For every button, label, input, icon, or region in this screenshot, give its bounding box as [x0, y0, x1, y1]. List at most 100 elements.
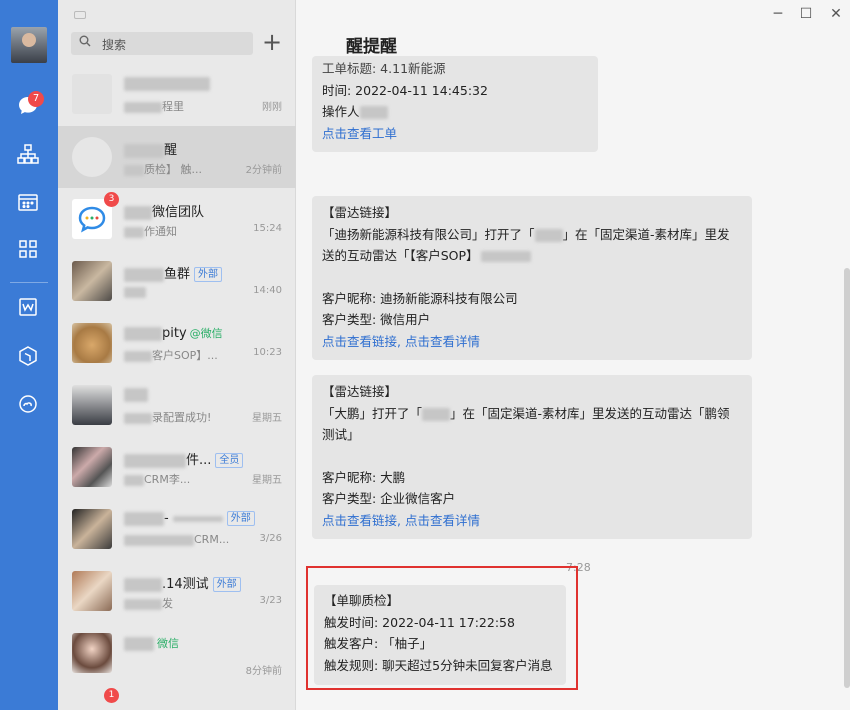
view-details-link[interactable]: 点击查看详情: [405, 513, 480, 528]
ticket-operator: 操作人: [322, 101, 588, 123]
search-icon: [79, 35, 91, 51]
ticket-time: 时间: 2022-04-11 14:45:32: [322, 82, 488, 98]
message-bubble: 工单标题: 4.11新能源 时间: 2022-04-11 14:45:32 操作…: [312, 56, 598, 152]
chat-scrollbar[interactable]: [844, 268, 850, 688]
group-avatar: [72, 571, 112, 611]
conversation-time: 10:23: [253, 347, 282, 358]
conversation-name: 醒: [124, 139, 177, 158]
external-tag: 外部: [226, 511, 255, 526]
left-rail: 7: [0, 0, 58, 710]
conversation-item[interactable]: 3 微信团队 作通知 15:24: [58, 188, 296, 250]
conversation-name: [124, 387, 148, 402]
chat-panel: ─ ☐ ✕ 醒提醒 工单标题: 4.11新能源 时间: 2022-04-11 1…: [296, 0, 850, 710]
conversation-time: 3/26: [259, 533, 282, 544]
add-button[interactable]: +: [261, 28, 283, 56]
customer-type: 客户类型: 微信用户: [322, 312, 431, 327]
conversation-preview: CRM...: [124, 533, 229, 546]
conversation-item[interactable]: 醒 质检】 触... 2分钟前: [58, 126, 296, 188]
conversation-item[interactable]: 件... 全员 CRM李... 星期五: [58, 436, 296, 498]
conversation-list-panel: 搜索 + 程里 刚刚 醒 质检】 触... 2分钟前 3 微信团队 作通知 15…: [58, 0, 296, 710]
wechat-label: 微信: [157, 637, 179, 650]
cube-icon[interactable]: [15, 345, 41, 371]
conversation-name: 微信: [124, 635, 179, 651]
message-bubble: 【雷达链接】 「迪扬新能源科技有限公司」打开了「 」在「固定渠道-素材库」里发 送…: [312, 196, 752, 360]
link-separator: ,: [397, 512, 405, 528]
conversation-time: 15:24: [253, 223, 282, 234]
group-avatar: [72, 447, 112, 487]
view-ticket-link[interactable]: 点击查看工单: [322, 123, 588, 145]
conversation-item[interactable]: pity @微信 客户SOP】... 10:23: [58, 312, 296, 374]
ticket-title: 工单标题: 4.11新能源: [322, 61, 446, 76]
message-line: 「迪扬新能源科技有限公司」打开了「 」在「固定渠道-素材库」里发: [322, 226, 730, 242]
conversation-item[interactable]: 程里 刚刚: [58, 63, 296, 125]
customer-nickname: 客户昵称: 迪扬新能源科技有限公司: [322, 290, 518, 306]
external-tag: 外部: [212, 577, 241, 592]
conversation-avatar: [72, 74, 112, 114]
maximize-button[interactable]: ☐: [796, 4, 816, 24]
conversation-name: 件... 全员: [124, 449, 244, 468]
conversation-preview: 质检】 触...: [124, 161, 202, 177]
customer-nickname: 客户昵称: 大鹏: [322, 469, 406, 485]
rail-divider: [10, 282, 48, 283]
conversation-preview: 录配置成功!: [124, 409, 211, 425]
view-link-link[interactable]: 点击查看链接: [322, 334, 397, 349]
conversation-preview: 客户SOP】...: [124, 347, 218, 363]
group-avatar: [72, 509, 112, 549]
conversation-avatar: [72, 385, 112, 425]
view-details-link[interactable]: 点击查看详情: [405, 334, 480, 349]
search-input[interactable]: 搜索: [71, 32, 253, 55]
view-link-link[interactable]: 点击查看链接: [322, 513, 397, 528]
conversation-preview: [124, 285, 146, 298]
user-avatar[interactable]: [11, 27, 47, 63]
close-button[interactable]: ✕: [826, 4, 846, 24]
conversation-item[interactable]: 微信 8分钟前: [58, 622, 296, 684]
unread-badge: 7: [28, 91, 44, 107]
conversation-preview: 作通知: [124, 223, 177, 239]
minimize-button[interactable]: ─: [768, 4, 788, 24]
group-avatar: [72, 261, 112, 301]
highlight-box: [306, 566, 578, 690]
message-links: 点击查看链接, 点击查看详情: [322, 331, 742, 353]
unread-badge: 1: [104, 688, 119, 703]
customer-type: 客户类型: 企业微信客户: [322, 491, 456, 506]
conversation-name: 微信团队: [124, 201, 204, 220]
conversation-time: 刚刚: [262, 102, 282, 113]
conversation-name: - 外部: [124, 511, 255, 526]
conversation-name: pity @微信: [124, 325, 223, 341]
message-heading: 【雷达链接】: [322, 384, 398, 399]
conversation-time: 3/23: [259, 595, 282, 606]
document-icon[interactable]: [15, 297, 41, 323]
org-chart-icon[interactable]: [15, 143, 41, 169]
conversation-preview: 程里: [124, 98, 184, 114]
conversation-avatar: [72, 323, 112, 363]
conversation-item[interactable]: - 外部 CRM... 3/26: [58, 498, 296, 560]
conversation-time: 星期五: [252, 413, 282, 424]
all-members-tag: 全员: [215, 453, 244, 468]
external-tag: 外部: [194, 267, 223, 282]
link-separator: ,: [397, 333, 405, 349]
search-placeholder: 搜索: [102, 38, 127, 52]
conversation-time: 8分钟前: [245, 666, 282, 677]
message-heading: 【雷达链接】: [322, 205, 398, 220]
calendar-icon[interactable]: [15, 191, 41, 217]
conversation-time: 星期五: [252, 475, 282, 486]
conversation-item[interactable]: .14测试 外部 发 3/23: [58, 560, 296, 622]
window-menu-icon[interactable]: [74, 11, 86, 19]
message-line: 送的互动雷达「【客户SOP】: [322, 245, 742, 267]
conversation-time: 14:40: [253, 285, 282, 296]
conversation-avatar: [72, 633, 112, 673]
conversation-item[interactable]: 鱼群 外部 14:40: [58, 250, 296, 312]
apps-grid-icon[interactable]: [15, 239, 41, 265]
cloud-icon[interactable]: [15, 393, 41, 419]
message-bubble: 【雷达链接】 「大鹏」打开了「 」在「固定渠道-素材库」里发送的互动雷达「鹏领 测…: [312, 375, 752, 539]
conversation-preview: 发: [124, 595, 173, 611]
conversation-time: 2分钟前: [245, 165, 282, 176]
conversation-name: [124, 76, 210, 91]
conversation-item[interactable]: 录配置成功! 星期五: [58, 374, 296, 436]
wechat-label: @微信: [189, 327, 223, 340]
conversation-item[interactable]: 1: [58, 684, 296, 710]
conversation-name: 鱼群 外部: [124, 263, 223, 282]
chat-title: 醒提醒: [346, 37, 397, 57]
